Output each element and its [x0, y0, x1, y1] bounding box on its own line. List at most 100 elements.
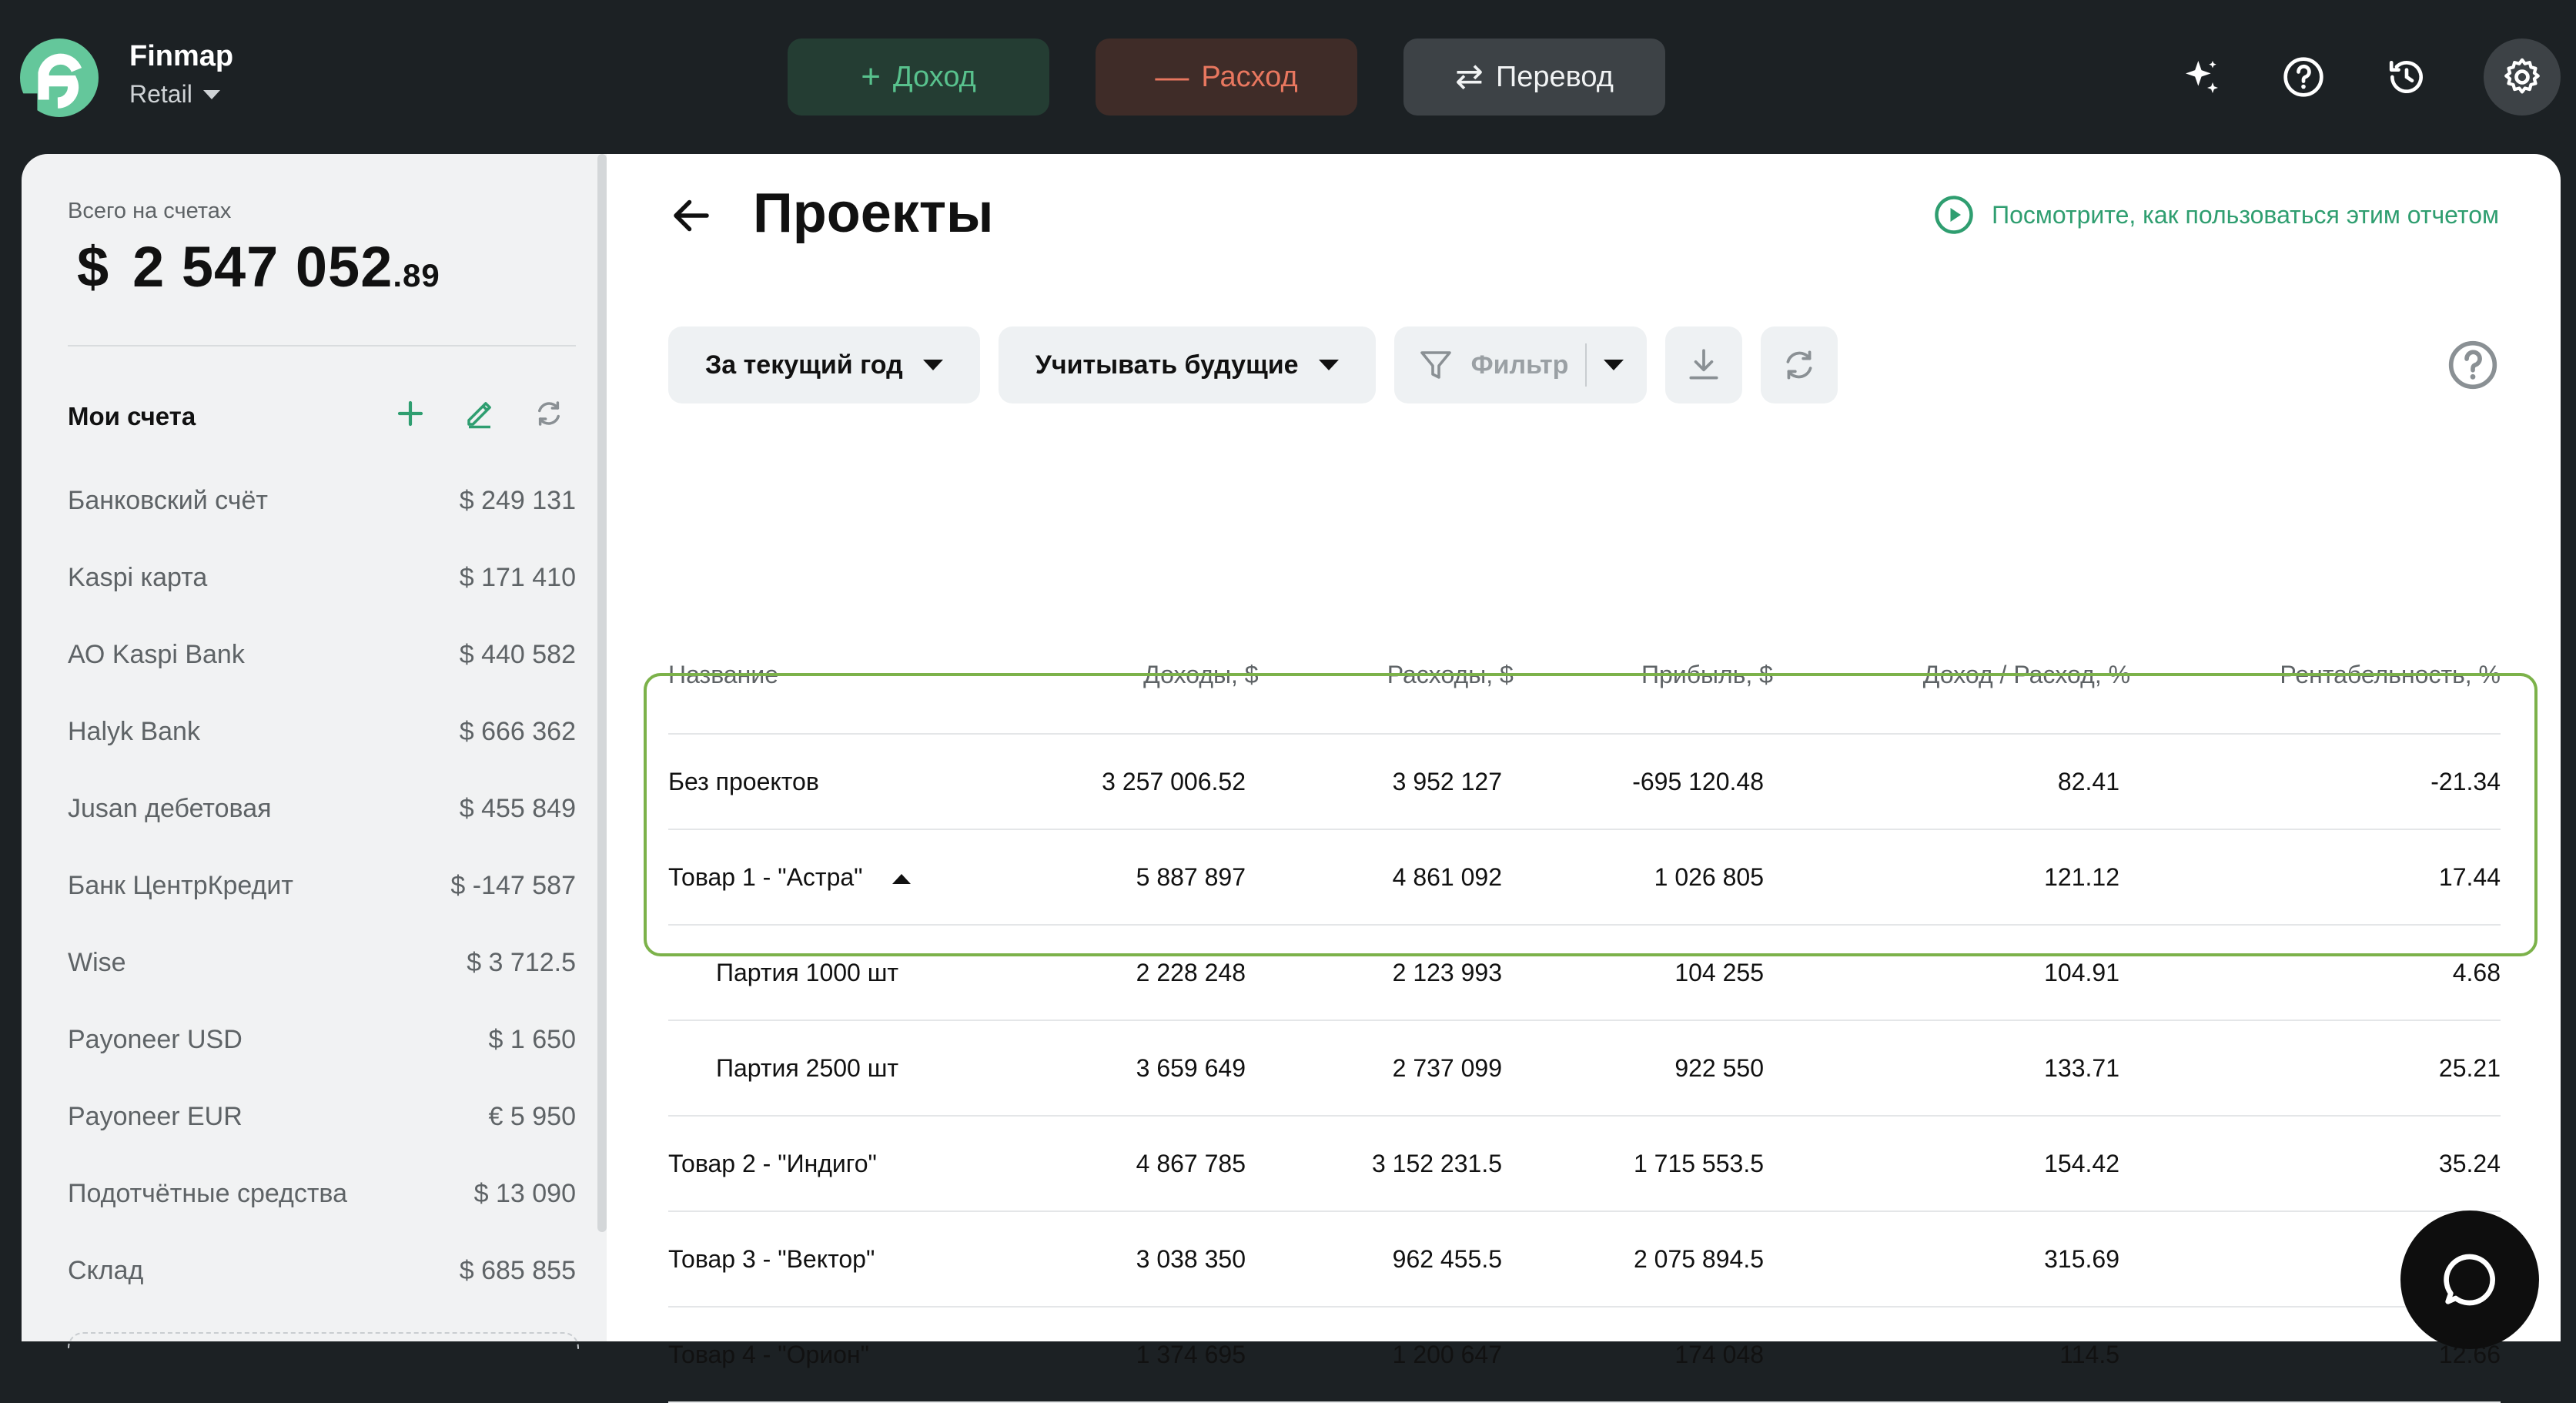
table-row[interactable]: Товар 3 - "Вектор" 3 038 350 962 455.5 2… — [668, 1212, 2501, 1308]
cell-profit: 1 715 553.5 — [1633, 1149, 1764, 1177]
download-button[interactable] — [1665, 326, 1743, 403]
account-name: Halyk Bank — [68, 716, 200, 746]
account-name: Jusan дебетовая — [68, 793, 272, 823]
cell-ratio: 154.42 — [2044, 1149, 2119, 1177]
cell-income: 3 659 649 — [1136, 1053, 1246, 1082]
cell-profit: 104 255 — [1674, 958, 1764, 986]
table-header: Название Доходы, $ Расходы, $ Прибыль, $… — [668, 616, 2501, 735]
table-subrow[interactable]: Партия 2500 шт 3 659 649 2 737 099 922 5… — [668, 1021, 2501, 1117]
account-amount: $ 455 849 — [459, 793, 576, 823]
cell-ratio: 104.91 — [2044, 958, 2119, 986]
chat-bubble-icon — [2444, 1254, 2495, 1306]
add-transfer-label: Перевод — [1495, 60, 1614, 93]
report-filters: За текущий год Учитывать будущие Фильтр — [668, 326, 1838, 403]
cell-expense: 4 861 092 — [1392, 862, 1502, 891]
cell-ratio: 82.41 — [2057, 767, 2119, 795]
cell-income: 2 228 248 — [1136, 958, 1246, 986]
collapse-caret-up-icon[interactable] — [892, 873, 911, 884]
sparkle-icon[interactable] — [2163, 39, 2240, 116]
edit-accounts-pencil-icon[interactable] — [460, 394, 499, 433]
table-row[interactable]: Без проектов 3 257 006.52 3 952 127 -695… — [668, 735, 2501, 830]
account-item[interactable]: Payoneer EUR € 5 950 — [68, 1078, 576, 1155]
account-amount: € 5 950 — [488, 1101, 576, 1131]
history-icon[interactable] — [2368, 39, 2445, 116]
accounts-title: Мои счета — [68, 402, 196, 430]
table-row-expanded[interactable]: Товар 1 - "Астра" 5 887 897 4 861 092 1 … — [668, 830, 2501, 926]
cell-margin: -21.34 — [2430, 767, 2501, 795]
account-item[interactable]: Банковский счёт $ 249 131 — [68, 462, 576, 539]
column-header-income[interactable]: Доходы, $ — [1019, 661, 1258, 689]
account-amount: $ 249 131 — [459, 485, 576, 515]
account-item[interactable]: Jusan дебетовая $ 455 849 — [68, 770, 576, 847]
cell-profit: 2 075 894.5 — [1633, 1244, 1764, 1273]
account-item[interactable]: Payoneer USD $ 1 650 — [68, 1001, 576, 1078]
add-income-button[interactable]: + Доход — [788, 39, 1049, 116]
accounts-sidebar: Всего на счетах $2 547 052.89 Мои счета … — [22, 154, 608, 1349]
cell-profit: 922 550 — [1674, 1053, 1764, 1082]
column-header-expense[interactable]: Расходы, $ — [1259, 661, 1514, 689]
account-name: АО Kaspi Bank — [68, 639, 245, 669]
refresh-accounts-icon[interactable] — [530, 394, 568, 433]
period-dropdown[interactable]: За текущий год — [668, 326, 980, 403]
cell-margin: 4.68 — [2452, 958, 2501, 986]
report-help-icon[interactable] — [2447, 339, 2499, 391]
account-amount: $ 13 090 — [473, 1178, 576, 1208]
help-icon[interactable] — [2265, 39, 2342, 116]
cell-expense: 962 455.5 — [1392, 1244, 1502, 1273]
transfer-arrows-icon: ⇄ — [1455, 58, 1484, 95]
account-amount: $ 3 712.5 — [467, 947, 576, 977]
account-item[interactable]: Банк ЦентрКредит $ -147 587 — [68, 847, 576, 924]
cell-name: Товар 1 - "Астра" — [668, 863, 1022, 892]
account-amount: $ 1 650 — [488, 1024, 576, 1054]
cell-profit: 174 048 — [1674, 1340, 1764, 1368]
cell-ratio: 114.5 — [2059, 1340, 2119, 1368]
refresh-button[interactable] — [1761, 326, 1838, 403]
workspace-selector[interactable]: Retail — [129, 80, 220, 109]
filter-label: Фильтр — [1470, 350, 1569, 380]
account-name: Kaspi карта — [68, 562, 208, 592]
add-account-plus-icon[interactable] — [391, 394, 430, 433]
filter-chevron-down-icon[interactable] — [1604, 360, 1624, 370]
back-arrow-icon[interactable] — [668, 193, 714, 239]
account-item[interactable]: Склад $ 685 855 — [68, 1232, 576, 1309]
period-value: За текущий год — [705, 350, 903, 380]
filter-button[interactable]: Фильтр — [1393, 326, 1648, 403]
cell-expense: 3 952 127 — [1392, 767, 1502, 795]
chevron-down-icon — [1318, 360, 1339, 370]
settings-gear-icon[interactable] — [2484, 39, 2561, 116]
filter-separator — [1585, 343, 1587, 387]
add-transfer-button[interactable]: ⇄ Перевод — [1403, 39, 1665, 116]
cell-ratio: 315.69 — [2044, 1244, 2119, 1273]
table-row[interactable]: Товар 2 - "Индиго" 4 867 785 3 152 231.5… — [668, 1117, 2501, 1212]
add-expense-label: Расход — [1201, 60, 1298, 93]
add-expense-button[interactable]: — Расход — [1096, 39, 1357, 116]
add-account-dashed-box[interactable] — [68, 1332, 579, 1349]
total-balance-amount: 2 547 052 — [132, 235, 393, 299]
sidebar-scrollbar[interactable] — [597, 154, 607, 1232]
table-subrow[interactable]: Партия 1000 шт 2 228 248 2 123 993 104 2… — [668, 926, 2501, 1021]
column-header-name[interactable]: Название — [668, 661, 1019, 689]
howto-video-link[interactable]: Посмотрите, как пользоваться этим отчето… — [1933, 194, 2499, 236]
column-header-ratio[interactable]: Доход / Расход, % — [1773, 661, 2130, 689]
cell-expense: 2 123 993 — [1392, 958, 1502, 986]
column-header-margin[interactable]: Рентабельность, % — [2130, 661, 2501, 689]
chevron-down-icon — [922, 360, 943, 370]
column-header-profit[interactable]: Прибыль, $ — [1514, 661, 1773, 689]
account-item[interactable]: Kaspi карта $ 171 410 — [68, 539, 576, 616]
future-dropdown[interactable]: Учитывать будущие — [998, 326, 1376, 403]
cell-name: Без проектов — [668, 767, 819, 795]
cell-name: Партия 2500 шт — [716, 1053, 899, 1082]
funnel-icon — [1420, 351, 1451, 379]
cell-income: 5 887 897 — [1136, 862, 1246, 891]
finmap-logo-icon[interactable] — [20, 39, 99, 117]
support-chat-button[interactable] — [2400, 1210, 2539, 1349]
account-amount: $ 685 855 — [459, 1255, 576, 1285]
account-item[interactable]: Подотчётные средства $ 13 090 — [68, 1155, 576, 1232]
account-item[interactable]: Halyk Bank $ 666 362 — [68, 693, 576, 770]
account-item[interactable]: Wise $ 3 712.5 — [68, 924, 576, 1001]
cell-margin: 25.21 — [2438, 1053, 2501, 1082]
table-row[interactable]: Товар 4 - "Орион" 1 374 695 1 200 647 17… — [668, 1308, 2501, 1403]
cell-name: Товар 2 - "Индиго" — [668, 1149, 877, 1177]
refresh-icon — [1786, 350, 1812, 380]
account-item[interactable]: АО Kaspi Bank $ 440 582 — [68, 616, 576, 693]
